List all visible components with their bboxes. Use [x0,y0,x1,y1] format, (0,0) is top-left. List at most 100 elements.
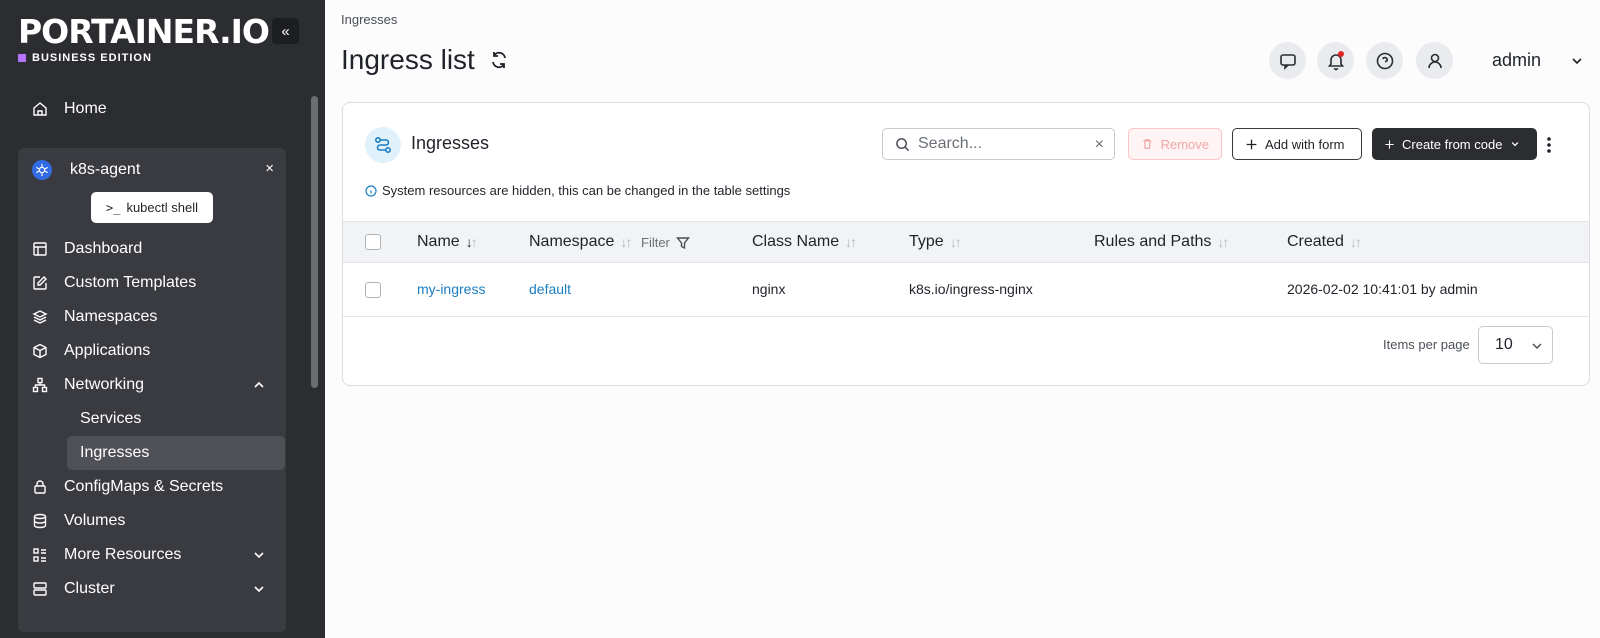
search-box[interactable]: × [882,128,1115,160]
user-icon [1427,53,1442,68]
close-environment-button[interactable]: × [265,160,274,177]
items-per-page-value: 10 [1495,336,1513,353]
more-options-icon[interactable] [1544,136,1554,154]
kubernetes-icon [32,160,52,180]
help-icon [1376,52,1393,69]
add-with-form-label: Add with form [1265,136,1345,152]
sidebar-item-volumes[interactable]: Volumes [18,504,286,538]
sidebar-item-label: More Resources [64,546,182,563]
sort-desc-icon: ↓↑ [465,234,478,250]
sidebar-item-ingresses[interactable]: Ingresses [67,436,285,470]
type-cell: k8s.io/ingress-nginx [909,281,1033,297]
chevron-down-icon [1512,142,1519,147]
row-checkbox[interactable] [365,282,381,298]
sort-icon: ↓↑ [620,234,632,250]
column-label: Rules and Paths [1094,233,1212,250]
items-per-page-select[interactable]: 10 [1478,326,1553,364]
clear-search-button[interactable]: × [1095,136,1104,154]
items-per-page-label: Items per page [1383,337,1470,352]
column-header-created[interactable]: Created ↓↑ [1287,233,1362,251]
column-header-class-name[interactable]: Class Name ↓↑ [752,233,857,251]
chevron-down-icon[interactable] [1570,54,1584,68]
plus-icon [1246,139,1257,149]
search-input[interactable] [918,135,1088,153]
column-label: Namespace [529,233,615,250]
sidebar-item-dashboard[interactable]: Dashboard [18,232,286,266]
sidebar-item-services[interactable]: Services [67,402,285,436]
system-resources-info: System resources are hidden, this can be… [365,183,790,198]
breadcrumb[interactable]: Ingresses [341,12,397,27]
terminal-icon: >_ [106,200,121,215]
select-all-checkbox[interactable] [365,234,381,250]
sidebar-item-configmaps-secrets[interactable]: ConfigMaps & Secrets [18,470,286,504]
ingresses-card: Ingresses × Remove Add with form Create … [342,102,1590,386]
remove-label: Remove [1160,136,1209,152]
sidebar-item-networking[interactable]: Networking [18,368,286,402]
list-icon [32,547,48,563]
chevron-up-icon[interactable] [252,378,266,392]
sidebar-scrollbar[interactable] [311,96,318,388]
sidebar-item-more-resources[interactable]: More Resources [18,538,286,572]
chevron-down-icon[interactable] [252,582,266,596]
page-title-text: Ingress list [341,44,475,75]
sidebar-item-label: Custom Templates [64,274,197,291]
notifications-button[interactable] [1317,42,1354,79]
info-icon [365,184,377,197]
sidebar-item-applications[interactable]: Applications [18,334,286,368]
namespace-filter-button[interactable]: Filter [641,235,690,250]
created-cell: 2026-02-02 10:41:01 by admin [1287,281,1478,297]
edition-label: BUSINESS EDITION [32,52,152,64]
edition-square-icon [18,54,26,62]
table-header: Name ↓↑ Namespace ↓↑ Filter Class Name ↓… [343,221,1589,263]
column-label: Type [909,233,944,250]
sidebar-subitem-label: Services [80,410,142,427]
column-header-name[interactable]: Name ↓↑ [417,233,478,251]
user-menu-name[interactable]: admin [1492,50,1541,71]
page-title: Ingress list [341,44,509,76]
lock-icon [32,479,48,495]
help-button[interactable] [1366,42,1403,79]
portainer-logo[interactable]: PORTAINER.IO BUSINESS EDITION [18,12,270,64]
remove-button[interactable]: Remove [1128,128,1222,160]
filter-icon [675,236,690,249]
column-header-rules-paths[interactable]: Rules and Paths ↓↑ [1094,233,1229,251]
add-with-form-button[interactable]: Add with form [1232,128,1362,160]
bot-chat-icon [1279,53,1296,70]
create-from-code-label: Create from code [1402,136,1503,152]
sidebar-item-cluster[interactable]: Cluster [18,572,286,606]
server-icon [32,581,48,597]
user-avatar[interactable] [1416,42,1453,79]
column-label: Name [417,233,460,250]
sidebar-item-label: Volumes [64,512,126,529]
plus-icon [1385,139,1394,149]
sidebar-item-label: Cluster [64,580,115,597]
create-from-code-button[interactable]: Create from code [1372,128,1537,160]
chevron-down-icon[interactable] [252,548,266,562]
sidebar-item-label: Applications [64,342,151,359]
refresh-icon[interactable] [489,50,509,70]
column-header-namespace[interactable]: Namespace ↓↑ [529,233,632,251]
column-header-type[interactable]: Type ↓↑ [909,233,962,251]
dashboard-icon [32,241,48,257]
sidebar-item-label: Namespaces [64,308,158,325]
environment-header[interactable]: k8s-agent [32,158,272,182]
sidebar-item-custom-templates[interactable]: Custom Templates [18,266,286,300]
sidebar-subitem-label: Ingresses [80,444,150,461]
sidebar-item-namespaces[interactable]: Namespaces [18,300,286,334]
ingress-name-link[interactable]: my-ingress [417,281,485,297]
kubectl-shell-label: kubectl shell [126,200,198,215]
logo-wordmark: PORTAINER.IO [18,12,270,51]
namespace-link[interactable]: default [529,281,571,297]
ai-assistant-button[interactable] [1269,42,1306,79]
layers-icon [32,309,48,325]
notification-badge [1338,51,1344,57]
environment-name: k8s-agent [70,161,141,178]
collapse-sidebar-button[interactable]: « [272,18,299,44]
main-content: Ingresses Ingress list admin Ingresses ×… [325,0,1600,638]
filter-label: Filter [641,235,670,250]
sidebar-item-home[interactable]: Home [18,92,286,126]
card-title: Ingresses [411,133,490,153]
network-icon [32,377,48,393]
home-icon [32,101,48,117]
kubectl-shell-button[interactable]: >_ kubectl shell [91,192,213,223]
